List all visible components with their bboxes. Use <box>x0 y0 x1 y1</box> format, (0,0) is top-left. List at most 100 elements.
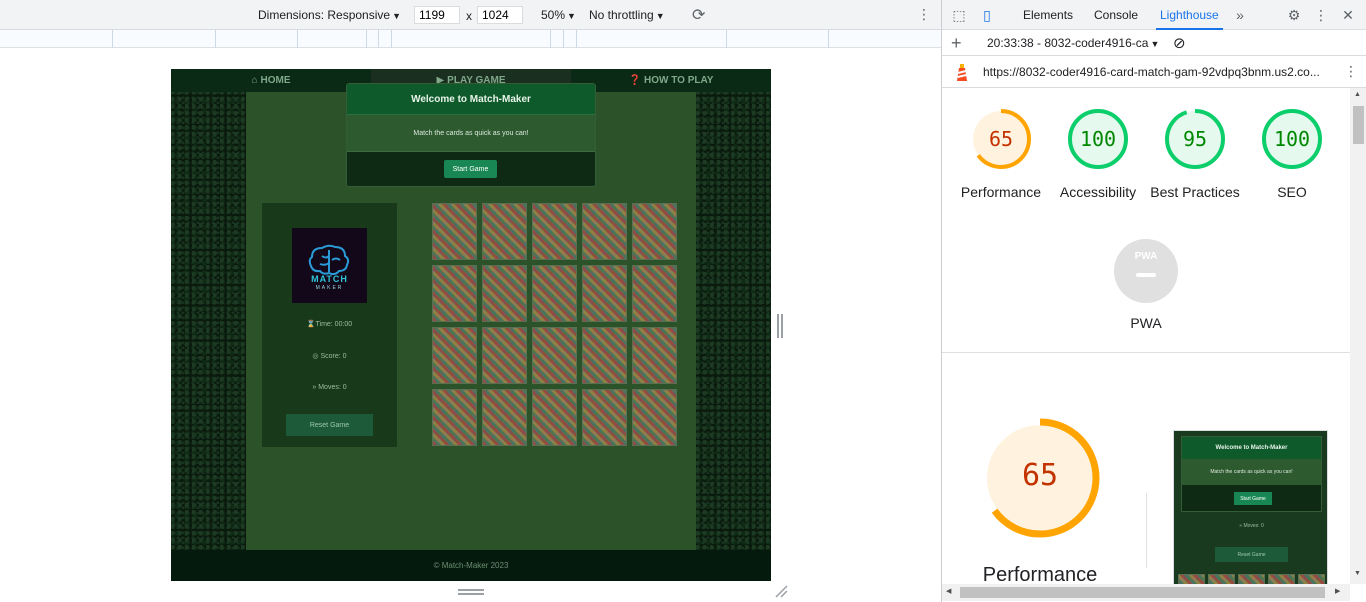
memory-card[interactable] <box>632 389 677 446</box>
zoom-dropdown[interactable]: 50% ▼ <box>541 8 576 22</box>
gauge-score: 100 <box>1079 127 1117 151</box>
question-icon: ❓ <box>628 75 641 86</box>
memory-card[interactable] <box>582 327 627 384</box>
more-options-icon[interactable]: ⋮ <box>917 6 931 23</box>
memory-card[interactable] <box>432 327 477 384</box>
nav-how-to-play[interactable]: ❓ HOW TO PLAY <box>571 69 771 92</box>
ruler-mark[interactable] <box>112 30 113 48</box>
divider <box>942 352 1350 353</box>
tab-lighthouse[interactable]: Lighthouse <box>1156 8 1223 30</box>
gauge-label: Accessibility <box>1059 184 1137 200</box>
memory-card[interactable] <box>532 389 577 446</box>
memory-card[interactable] <box>632 203 677 260</box>
scroll-right-icon[interactable]: ▶ <box>1335 587 1340 595</box>
thumb-card <box>1268 574 1295 584</box>
memory-card[interactable] <box>632 265 677 322</box>
memory-card[interactable] <box>432 203 477 260</box>
thumb-card <box>1178 574 1205 584</box>
scrollbar-thumb[interactable] <box>1353 106 1364 144</box>
throttling-label: No throttling <box>589 8 654 22</box>
scrollbar-thumb[interactable] <box>960 587 1325 598</box>
caret-down-icon: ▼ <box>392 11 401 21</box>
thumb-modal-body: Match the cards as quick as you can! <box>1182 459 1321 485</box>
memory-card[interactable] <box>532 203 577 260</box>
memory-card[interactable] <box>532 327 577 384</box>
inspect-element-icon[interactable]: ⬚ <box>950 6 968 24</box>
report-url[interactable]: https://8032-coder4916-card-match-gam-92… <box>983 65 1320 79</box>
lighthouse-toolbar: + 20:33:38 - 8032-coder4916-ca ▼ ⊘ <box>942 30 1366 56</box>
gauge-score: 65 <box>988 127 1014 151</box>
height-input[interactable] <box>477 6 523 24</box>
memory-card[interactable] <box>632 327 677 384</box>
modal-body: Match the cards as quick as you can! <box>347 115 595 152</box>
ruler-mark[interactable] <box>297 30 298 48</box>
resize-handle-bottom[interactable] <box>458 589 484 595</box>
tab-elements[interactable]: Elements <box>1023 8 1073 22</box>
ruler-mark[interactable] <box>576 30 577 48</box>
memory-card[interactable] <box>482 389 527 446</box>
vertical-scrollbar[interactable]: ▲ ▼ <box>1350 88 1366 584</box>
resize-corner-icon[interactable] <box>774 584 788 598</box>
thumb-card <box>1208 574 1235 584</box>
memory-card[interactable] <box>582 389 627 446</box>
more-options-icon[interactable]: ⋮ <box>1344 63 1358 80</box>
scroll-left-icon[interactable]: ◀ <box>946 587 951 595</box>
memory-card[interactable] <box>432 389 477 446</box>
tab-console[interactable]: Console <box>1094 8 1138 22</box>
memory-card[interactable] <box>482 265 527 322</box>
memory-card[interactable] <box>532 265 577 322</box>
clear-icon[interactable]: ⊘ <box>1173 34 1186 52</box>
close-icon[interactable]: ✕ <box>1339 6 1357 24</box>
thumb-moves: » Moves: 0 <box>1174 523 1327 529</box>
divider <box>1146 493 1147 568</box>
page-screenshot-thumbnail[interactable]: Welcome to Match-Maker Match the cards a… <box>1173 430 1328 584</box>
thumb-start-button: Start Game <box>1234 492 1272 505</box>
memory-card[interactable] <box>432 265 477 322</box>
ruler-mark[interactable] <box>726 30 727 48</box>
ruler-mark[interactable] <box>215 30 216 48</box>
start-game-button[interactable]: Start Game <box>444 160 497 178</box>
timer-display: ⌛Time: 00:00 <box>262 320 397 328</box>
device-emulation-pane: Dimensions: Responsive▼ x 50%▼ No thrott… <box>0 0 941 602</box>
game-footer: © Match-Maker 2023 <box>171 550 771 581</box>
throttling-dropdown[interactable]: No throttling ▼ <box>589 8 665 22</box>
moves-display: » Moves: 0 <box>262 384 397 391</box>
dimensions-dropdown[interactable]: Dimensions: Responsive ▼ <box>258 8 401 22</box>
nav-home[interactable]: ⌂ HOME <box>171 69 371 92</box>
plus-icon[interactable]: + <box>951 33 962 54</box>
memory-card[interactable] <box>582 203 627 260</box>
zoom-label: 50% <box>541 8 566 22</box>
ruler-mark[interactable] <box>828 30 829 48</box>
ruler-mark[interactable] <box>378 30 379 48</box>
caret-down-icon: ▼ <box>567 11 576 21</box>
scroll-down-icon[interactable]: ▼ <box>1354 570 1361 577</box>
gear-icon[interactable]: ⚙ <box>1285 6 1303 24</box>
scroll-up-icon[interactable]: ▲ <box>1354 91 1361 98</box>
memory-card[interactable] <box>482 203 527 260</box>
report-select-label: 20:33:38 - 8032-coder4916-ca <box>987 36 1149 50</box>
resize-handle-right[interactable] <box>777 314 783 338</box>
horizontal-scrollbar[interactable]: ◀ ▶ <box>942 584 1350 601</box>
pwa-label: PWA <box>1130 315 1162 331</box>
width-input[interactable] <box>414 6 460 24</box>
more-tabs-icon[interactable]: » <box>1231 6 1249 24</box>
ruler-mark[interactable] <box>391 30 392 48</box>
reset-game-button[interactable]: Reset Game <box>286 414 373 436</box>
ruler-mark[interactable] <box>563 30 564 48</box>
timer-text: Time: 00:00 <box>315 321 353 328</box>
memory-card[interactable] <box>482 327 527 384</box>
ruler-mark[interactable] <box>366 30 367 48</box>
device-toolbar-icon[interactable]: ▯ <box>978 6 996 24</box>
dimensions-label: Dimensions: Responsive <box>258 8 391 22</box>
more-options-icon[interactable]: ⋮ <box>1312 6 1330 24</box>
gauge-score: 95 <box>1182 127 1208 151</box>
memory-card[interactable] <box>582 265 627 322</box>
pwa-badge-text: PWA <box>1134 251 1158 262</box>
devtools-panel: ⬚ ▯ Elements Console Lighthouse » ⚙ ⋮ ✕ … <box>941 0 1366 602</box>
match-maker-logo: MATCH MAKER <box>292 228 367 303</box>
rotate-icon[interactable]: ⟳ <box>692 5 705 25</box>
ruler-mark[interactable] <box>550 30 551 48</box>
dash-icon <box>1136 273 1156 277</box>
report-select[interactable]: 20:33:38 - 8032-coder4916-ca ▼ <box>987 36 1159 50</box>
caret-down-icon: ▼ <box>655 11 665 21</box>
